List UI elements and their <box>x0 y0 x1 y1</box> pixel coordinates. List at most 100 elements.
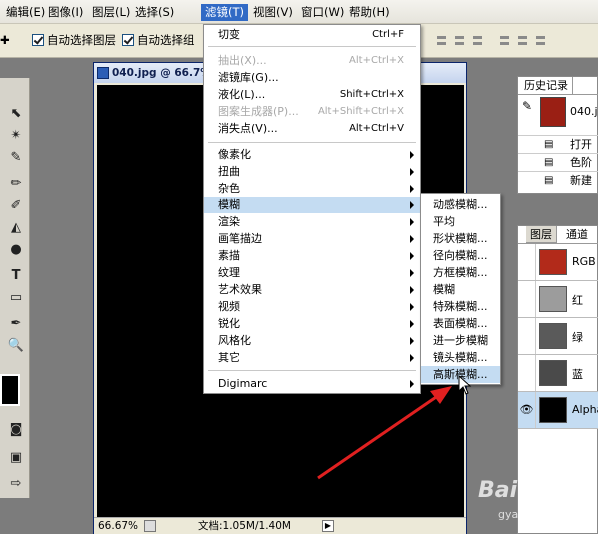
foreground-color-swatch[interactable] <box>0 374 20 406</box>
history-brush-source-icon[interactable]: ✎ <box>522 99 532 113</box>
channel-row-alpha[interactable]: 👁 Alpha <box>518 392 598 429</box>
checkbox-icon <box>32 34 44 46</box>
menu-item-box-blur[interactable]: 方框模糊... <box>421 264 500 281</box>
channel-row-rgb[interactable]: RGB <box>518 244 598 281</box>
menu-item-blur-more[interactable]: 进一步模糊 <box>421 332 500 349</box>
history-step-icon: ▤ <box>544 157 554 168</box>
menu-item-lens-blur[interactable]: 镜头模糊... <box>421 349 500 366</box>
menu-item-shape-blur[interactable]: 形状模糊... <box>421 230 500 247</box>
channel-row-red[interactable]: 红 <box>518 281 598 318</box>
toolbox: ⬉ ✴ ✎ ✏ ✐ ◭ ● T ▭ ✒ 🔍 ◙ ▣ ⇨ <box>0 78 30 498</box>
menu-item-liquify[interactable]: 液化(L)... Shift+Ctrl+X <box>204 87 420 103</box>
menu-item-vanishing-point[interactable]: 消失点(V)... Alt+Ctrl+V <box>204 121 420 137</box>
menu-item-texture[interactable]: 纹理 <box>204 265 420 281</box>
menu-item-render[interactable]: 渲染 <box>204 214 420 230</box>
menu-item-smart-blur[interactable]: 特殊模糊... <box>421 298 500 315</box>
document-size-info: 文档:1.05M/1.40M <box>198 520 291 532</box>
menu-window[interactable]: 窗口(W) <box>297 4 348 21</box>
tab-layers[interactable]: 图层 <box>526 226 557 243</box>
menu-item-other[interactable]: 其它 <box>204 350 420 366</box>
submenu-arrow-icon <box>410 303 414 311</box>
menu-select[interactable]: 选择(S) <box>131 4 178 21</box>
rectangle-tool-icon[interactable]: ▭ <box>6 288 26 308</box>
menu-item-pixelate[interactable]: 像素化 <box>204 147 420 163</box>
menu-item-blur[interactable]: 模糊 <box>204 197 420 213</box>
move-tool-icon[interactable]: ⬉ <box>6 104 26 124</box>
submenu-arrow-icon <box>410 151 414 159</box>
menu-item-average[interactable]: 平均 <box>421 213 500 230</box>
submenu-arrow-icon <box>410 269 414 277</box>
dodge-icon[interactable]: ● <box>6 240 26 260</box>
eyedropper-icon[interactable]: ✎ <box>6 148 26 168</box>
submenu-arrow-icon <box>410 201 414 209</box>
menu-item-brush-strokes[interactable]: 画笔描边 <box>204 231 420 247</box>
align-center-icon[interactable] <box>516 34 529 48</box>
menu-view[interactable]: 视图(V) <box>249 4 297 21</box>
align-middle-icon[interactable] <box>453 34 466 48</box>
menu-item-pattern-maker: 图案生成器(P)... Alt+Shift+Ctrl+X <box>218 105 404 118</box>
visibility-toggle[interactable] <box>518 281 536 317</box>
menu-item-radial-blur[interactable]: 径向模糊... <box>421 247 500 264</box>
menu-item-video[interactable]: 视频 <box>204 299 420 315</box>
submenu-arrow-icon <box>410 235 414 243</box>
channel-row-green[interactable]: 绿 <box>518 318 598 355</box>
history-step[interactable]: ▤ 色阶 <box>518 153 598 170</box>
magic-wand-icon[interactable]: ✴ <box>6 126 26 146</box>
menu-layer[interactable]: 图层(L) <box>88 4 134 21</box>
watermark-url: gyan.baidu.com <box>498 508 587 521</box>
eyedropper-tool-icon[interactable]: ✒ <box>6 314 26 334</box>
watermark-brand-cn: 经验 <box>550 484 586 505</box>
menu-item-sketch[interactable]: 素描 <box>204 248 420 264</box>
status-menu-arrow-icon[interactable]: ▶ <box>322 520 334 532</box>
eye-icon[interactable]: 👁 <box>518 392 536 428</box>
auto-select-group-checkbox[interactable]: 自动选择组 <box>122 32 195 48</box>
quick-mask-icon[interactable]: ◙ <box>6 420 26 440</box>
submenu-arrow-icon <box>410 252 414 260</box>
history-step[interactable]: ▤ 打开 <box>518 135 598 152</box>
status-icon[interactable] <box>144 520 156 532</box>
tab-channels[interactable]: 通道 <box>562 226 592 243</box>
menu-item-digimarc[interactable]: Digimarc <box>204 376 420 392</box>
history-brush-icon[interactable]: ✐ <box>6 196 26 216</box>
submenu-arrow-icon <box>410 185 414 193</box>
menu-filter[interactable]: 滤镜(T) <box>201 4 248 21</box>
menu-item-distort[interactable]: 扭曲 <box>204 164 420 180</box>
menu-item-noise[interactable]: 杂色 <box>204 181 420 197</box>
menu-edit[interactable]: 编辑(E) <box>2 4 49 21</box>
align-left-icon[interactable] <box>498 34 511 48</box>
zoom-tool-icon[interactable]: 🔍 <box>6 336 26 356</box>
menu-image[interactable]: 图像(I) <box>44 4 87 21</box>
visibility-toggle[interactable] <box>518 318 536 354</box>
zoom-level[interactable]: 66.67% <box>98 518 138 534</box>
align-right-icon[interactable] <box>534 34 547 48</box>
menu-item-sharpen[interactable]: 锐化 <box>204 316 420 332</box>
status-bar: 66.67% 文档:1.05M/1.40M ▶ <box>94 517 466 534</box>
submenu-arrow-icon <box>410 168 414 176</box>
menu-item-blur[interactable]: 模糊 <box>421 281 500 298</box>
visibility-toggle[interactable] <box>518 244 536 280</box>
tab-history[interactable]: 历史记录 <box>520 77 573 94</box>
menu-item-last-filter[interactable]: 切变 Ctrl+F <box>204 27 420 43</box>
paint-bucket-icon[interactable]: ◭ <box>6 218 26 238</box>
menu-item-filter-gallery[interactable]: 滤镜库(G)... <box>204 70 420 86</box>
menu-item-motion-blur[interactable]: 动感模糊... <box>421 196 500 213</box>
menu-item-surface-blur[interactable]: 表面模糊... <box>421 315 500 332</box>
channel-name: RGB <box>572 255 596 268</box>
text-tool-icon[interactable]: T <box>6 266 26 286</box>
move-tool-icon[interactable]: ✚ <box>0 32 10 48</box>
menu-item-artistic[interactable]: 艺术效果 <box>204 282 420 298</box>
menu-item-stylize[interactable]: 风格化 <box>204 333 420 349</box>
menu-help[interactable]: 帮助(H) <box>345 4 394 21</box>
align-top-icon[interactable] <box>435 34 448 48</box>
jump-to-imageready-icon[interactable]: ⇨ <box>6 474 26 494</box>
screen-mode-icon[interactable]: ▣ <box>6 448 26 468</box>
visibility-toggle[interactable] <box>518 355 536 391</box>
brush-icon[interactable]: ✏ <box>6 174 26 194</box>
auto-select-layer-checkbox[interactable]: 自动选择图层 <box>32 32 116 48</box>
history-step-icon: ▤ <box>544 139 554 150</box>
history-step[interactable]: ▤ 新建 <box>518 171 598 188</box>
align-bottom-icon[interactable] <box>471 34 484 48</box>
channel-row-blue[interactable]: 蓝 <box>518 355 598 392</box>
snapshot-name[interactable]: 040.jp <box>570 105 598 118</box>
channel-thumbnail <box>539 286 567 312</box>
